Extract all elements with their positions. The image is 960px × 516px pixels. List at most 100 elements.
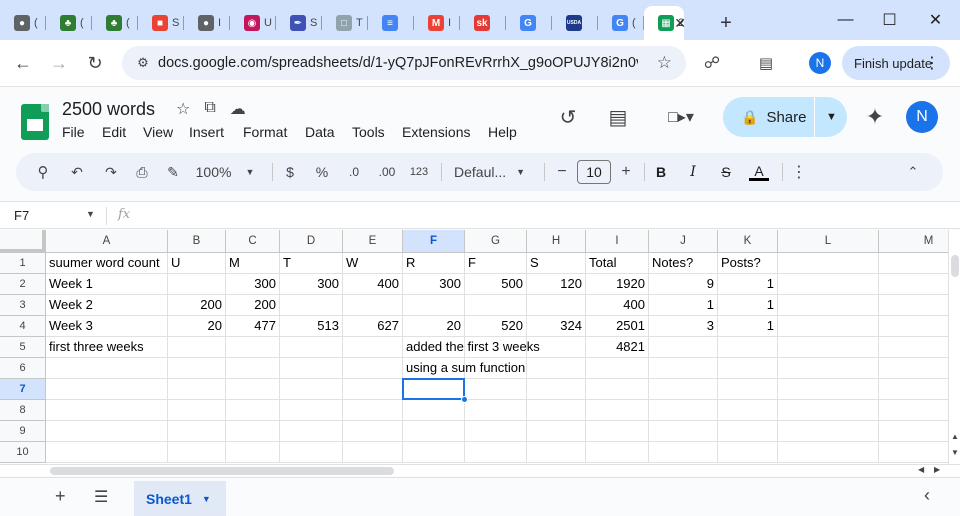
cell-l3[interactable] [778,295,879,316]
browser-tab[interactable]: ✒ S [276,6,322,40]
sheet-tab-sheet1[interactable]: Sheet1 ▼ [134,481,226,516]
menu-extensions[interactable]: Extensions [402,124,470,140]
minimize-button[interactable]: — [823,0,868,40]
cell-k6[interactable] [718,358,778,379]
cell-m10[interactable] [879,442,948,463]
menu-file[interactable]: File [62,124,85,140]
cell-i1[interactable]: Total [586,253,649,274]
cell-k9[interactable] [718,421,778,442]
spreadsheet-grid[interactable]: A B C D E F G H I J K L M 1 suumer word count U M T W R F S To… [0,230,948,464]
browser-tab[interactable]: USDA [552,6,598,40]
cell-c4[interactable]: 477 [226,316,280,337]
row-header-2[interactable]: 2 [0,274,46,295]
column-header-d[interactable]: D [280,230,343,253]
row-header-3[interactable]: 3 [0,295,46,316]
font-size-input[interactable]: 10 [577,160,611,184]
browser-tab[interactable]: ● I [184,6,230,40]
name-box-dropdown-icon[interactable]: ▼ [86,209,95,219]
cell-j5[interactable] [649,337,718,358]
comments-icon[interactable]: ▤ [603,97,633,137]
cell-m7[interactable] [879,379,948,400]
cell-i10[interactable] [586,442,649,463]
more-options-icon[interactable]: ⋮ [791,153,807,191]
increase-decimal-button[interactable]: .00 [376,153,398,191]
cell-e1[interactable]: W [343,253,403,274]
select-all-corner[interactable] [0,230,46,253]
column-header-b[interactable]: B [168,230,226,253]
cell-d5[interactable] [280,337,343,358]
cell-h4[interactable]: 324 [527,316,586,337]
column-header-e[interactable]: E [343,230,403,253]
cell-l8[interactable] [778,400,879,421]
horizontal-scrollbar[interactable]: ◀ ▶ [0,464,960,476]
cell-f1[interactable]: R [403,253,465,274]
cell-c8[interactable] [226,400,280,421]
cell-a2[interactable]: Week 1 [46,274,226,295]
cell-f4[interactable]: 20 [403,316,465,337]
browser-tab[interactable]: G( [598,6,644,40]
paint-format-icon[interactable]: ✎ [162,153,184,191]
undo-icon[interactable]: ↶ [66,153,88,191]
address-bar[interactable]: ⚙ docs.google.com/spreadsheets/d/1-yQ7pJ… [122,46,686,80]
cell-b7[interactable] [168,379,226,400]
row-header-4[interactable]: 4 [0,316,46,337]
cell-k7[interactable] [718,379,778,400]
cell-j2[interactable]: 9 [649,274,718,295]
menu-tools[interactable]: Tools [352,124,385,140]
horizontal-scroll-thumb[interactable] [50,467,394,475]
menu-data[interactable]: Data [305,124,335,140]
scroll-up-icon[interactable]: ▲ [951,432,959,441]
name-box[interactable]: F7 [14,208,29,223]
cell-f6[interactable]: using a sum function [403,358,623,379]
cell-l4[interactable] [778,316,879,337]
vertical-scrollbar[interactable]: ▲ ▼ [948,230,960,464]
vertical-scroll-thumb[interactable] [951,255,959,277]
cell-f9[interactable] [403,421,465,442]
bold-button[interactable]: B [654,153,668,191]
cell-g3[interactable] [465,295,527,316]
cell-k1[interactable]: Posts? [718,253,938,274]
doc-title[interactable]: 2500 words [62,99,155,120]
browser-profile-button[interactable]: N [809,52,831,74]
cell-j4[interactable]: 3 [649,316,718,337]
cell-a10[interactable] [46,442,168,463]
fill-handle[interactable] [461,396,468,403]
version-history-icon[interactable]: ↺ [553,97,583,137]
back-icon[interactable]: ← [5,45,41,81]
explore-collapse-icon[interactable]: ‹ [924,485,930,506]
cell-f2[interactable]: 300 [403,274,465,295]
cell-c7[interactable] [226,379,280,400]
cell-i5[interactable]: 4821 [586,337,649,358]
cell-e6[interactable] [343,358,403,379]
cell-m2[interactable] [879,274,948,295]
cell-j7[interactable] [649,379,718,400]
cell-j1[interactable]: Notes? [649,253,718,274]
browser-tab[interactable]: □ T [322,6,368,40]
collapse-toolbar-icon[interactable]: ⌃ [904,153,922,191]
cell-l10[interactable] [778,442,879,463]
browser-tab[interactable]: ≡ [368,6,414,40]
column-header-k[interactable]: K [718,230,778,253]
row-header-8[interactable]: 8 [0,400,46,421]
chevron-down-icon[interactable]: ▼ [202,494,211,504]
cell-l9[interactable] [778,421,879,442]
column-header-j[interactable]: J [649,230,718,253]
account-avatar[interactable]: N [906,101,938,133]
cell-d7[interactable] [280,379,343,400]
browser-tab[interactable]: G [506,6,552,40]
cell-l7[interactable] [778,379,879,400]
row-header-7[interactable]: 7 [0,379,46,400]
browser-tab[interactable]: ●( [0,6,46,40]
cell-g4[interactable]: 520 [465,316,527,337]
row-header-5[interactable]: 5 [0,337,46,358]
cell-c9[interactable] [226,421,280,442]
cell-c6[interactable] [226,358,280,379]
italic-button[interactable]: I [686,153,700,191]
browser-tab-active[interactable]: ▦ 2 ✕ [644,6,686,40]
cell-j6[interactable] [649,358,718,379]
cell-d9[interactable] [280,421,343,442]
cell-l5[interactable] [778,337,879,358]
cell-c3[interactable]: 200 [226,295,280,316]
more-vert-icon[interactable]: ⋮ [924,53,940,73]
cell-i3[interactable]: 400 [586,295,649,316]
